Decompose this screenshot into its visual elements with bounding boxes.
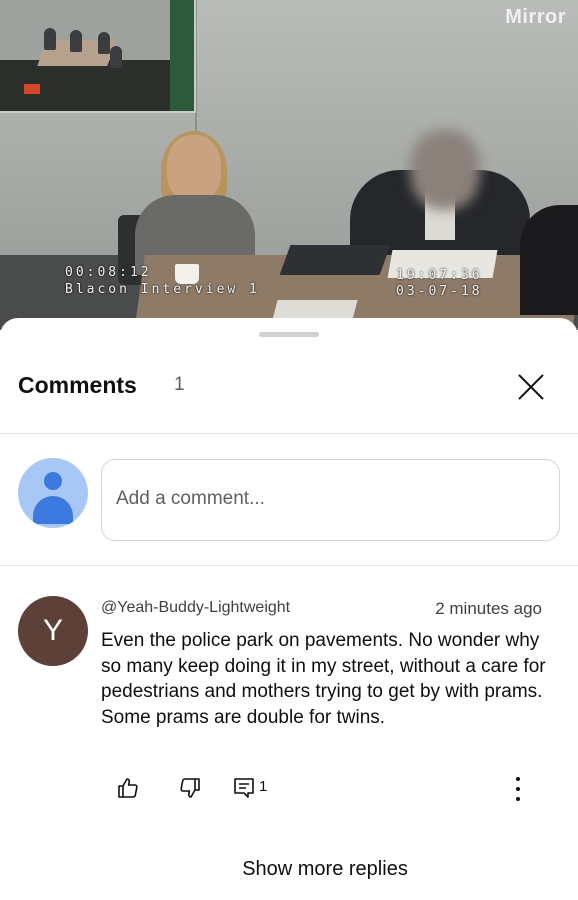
- inset-person: [70, 30, 82, 52]
- reply-count[interactable]: 1: [259, 778, 267, 795]
- inset-people: [40, 28, 130, 78]
- inset-object: [24, 84, 40, 94]
- add-comment-input[interactable]: Add a comment...: [101, 459, 560, 541]
- thumbs-up-icon[interactable]: [116, 776, 140, 800]
- comments-title: Comments: [18, 372, 137, 398]
- osd-clock: 19:07:36: [396, 268, 483, 283]
- comment-compose: Add a comment...: [0, 435, 578, 566]
- cctv-inset: [0, 0, 196, 113]
- person-head: [167, 135, 221, 201]
- avatar-body: [33, 496, 73, 524]
- thumbs-down-icon[interactable]: [178, 776, 202, 800]
- avatar[interactable]: Y: [18, 596, 88, 666]
- video-player[interactable]: Mirror 00:08:12 Blacon Interview 1 19:07…: [0, 0, 578, 330]
- comment-actions: 1: [0, 771, 578, 803]
- video-person-corner: [520, 205, 578, 315]
- video-person-right-blurred: [350, 130, 530, 260]
- comment-timestamp: 2 minutes ago: [435, 599, 542, 618]
- drag-handle[interactable]: [259, 332, 319, 337]
- comments-header: Comments 1: [0, 358, 578, 434]
- dot: [516, 777, 520, 781]
- video-person-left: [135, 131, 255, 275]
- comments-count: 1: [174, 374, 185, 395]
- video-folder: [279, 245, 391, 275]
- osd-timestamp: 00:08:12: [65, 265, 152, 280]
- inset-person: [110, 46, 122, 68]
- comments-sheet: Comments 1 Add a comment... Y @Yeah-Budd…: [0, 318, 578, 900]
- watermark-logo: Mirror: [505, 6, 566, 28]
- osd-date: 03-07-18: [396, 284, 483, 299]
- show-more-replies-button[interactable]: Show more replies: [0, 858, 578, 881]
- osd-location: Blacon Interview 1: [65, 282, 260, 297]
- close-icon[interactable]: [514, 370, 548, 404]
- inset-door: [170, 0, 194, 111]
- comment-text: Even the police park on pavements. No wo…: [101, 630, 546, 728]
- blurred-face: [410, 130, 480, 210]
- inset-person: [44, 28, 56, 50]
- video-paper: [272, 300, 358, 320]
- reply-icon[interactable]: [232, 776, 256, 800]
- video-cup: [175, 264, 199, 284]
- comment-item: Y @Yeah-Buddy-Lightweight 2 minutes ago …: [0, 566, 578, 900]
- inset-person: [98, 32, 110, 54]
- avatar-head: [44, 472, 62, 490]
- person-icon: [18, 458, 88, 528]
- more-vertical-icon[interactable]: [510, 775, 526, 803]
- dot: [516, 797, 520, 801]
- comment-author[interactable]: @Yeah-Buddy-Lightweight: [101, 599, 290, 617]
- dot: [516, 787, 520, 791]
